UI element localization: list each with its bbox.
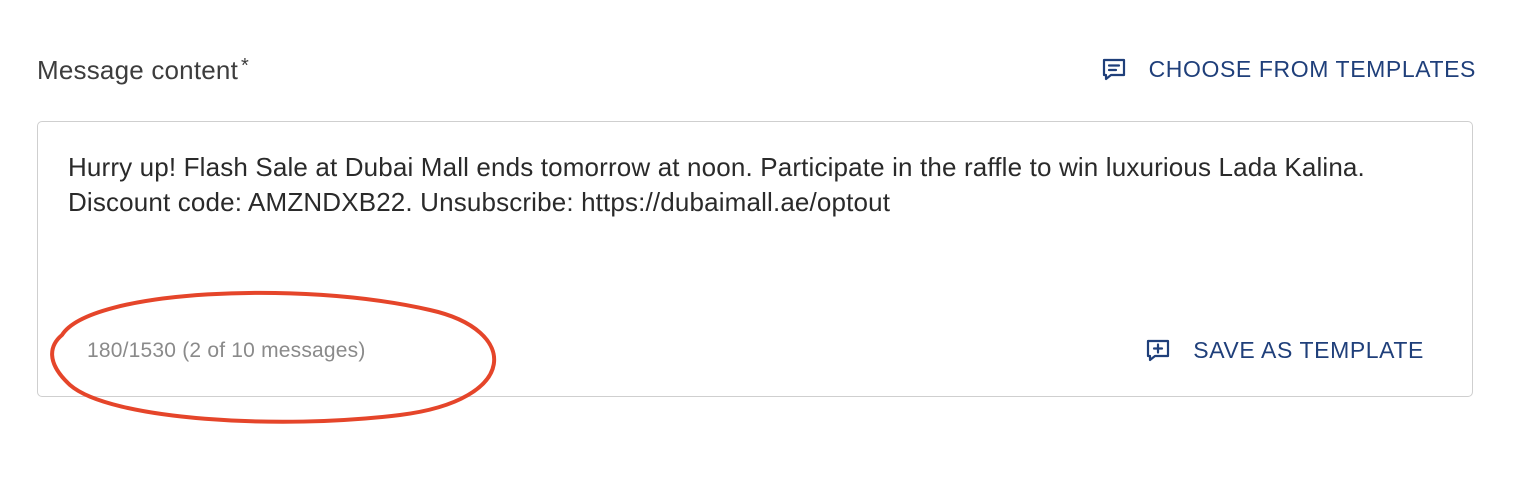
required-asterisk: * xyxy=(241,55,249,77)
message-lines-icon xyxy=(1101,57,1127,83)
choose-from-templates-button[interactable]: CHOOSE FROM TEMPLATES xyxy=(1101,56,1476,83)
message-text[interactable]: Hurry up! Flash Sale at Dubai Mall ends … xyxy=(68,150,1448,220)
message-textarea[interactable]: Hurry up! Flash Sale at Dubai Mall ends … xyxy=(37,121,1473,397)
save-as-template-label: SAVE AS TEMPLATE xyxy=(1193,337,1424,363)
label-text: Message content xyxy=(37,55,239,85)
save-as-template-button[interactable]: SAVE AS TEMPLATE xyxy=(1145,337,1424,364)
message-content-label: Message content * xyxy=(37,55,249,86)
character-counter: 180/1530 (2 of 10 messages) xyxy=(87,339,366,362)
message-plus-icon xyxy=(1145,338,1171,364)
choose-from-templates-label: CHOOSE FROM TEMPLATES xyxy=(1148,56,1476,82)
message-content-section: Message content * CHOOSE FROM TEMPLATES H… xyxy=(0,0,1536,478)
